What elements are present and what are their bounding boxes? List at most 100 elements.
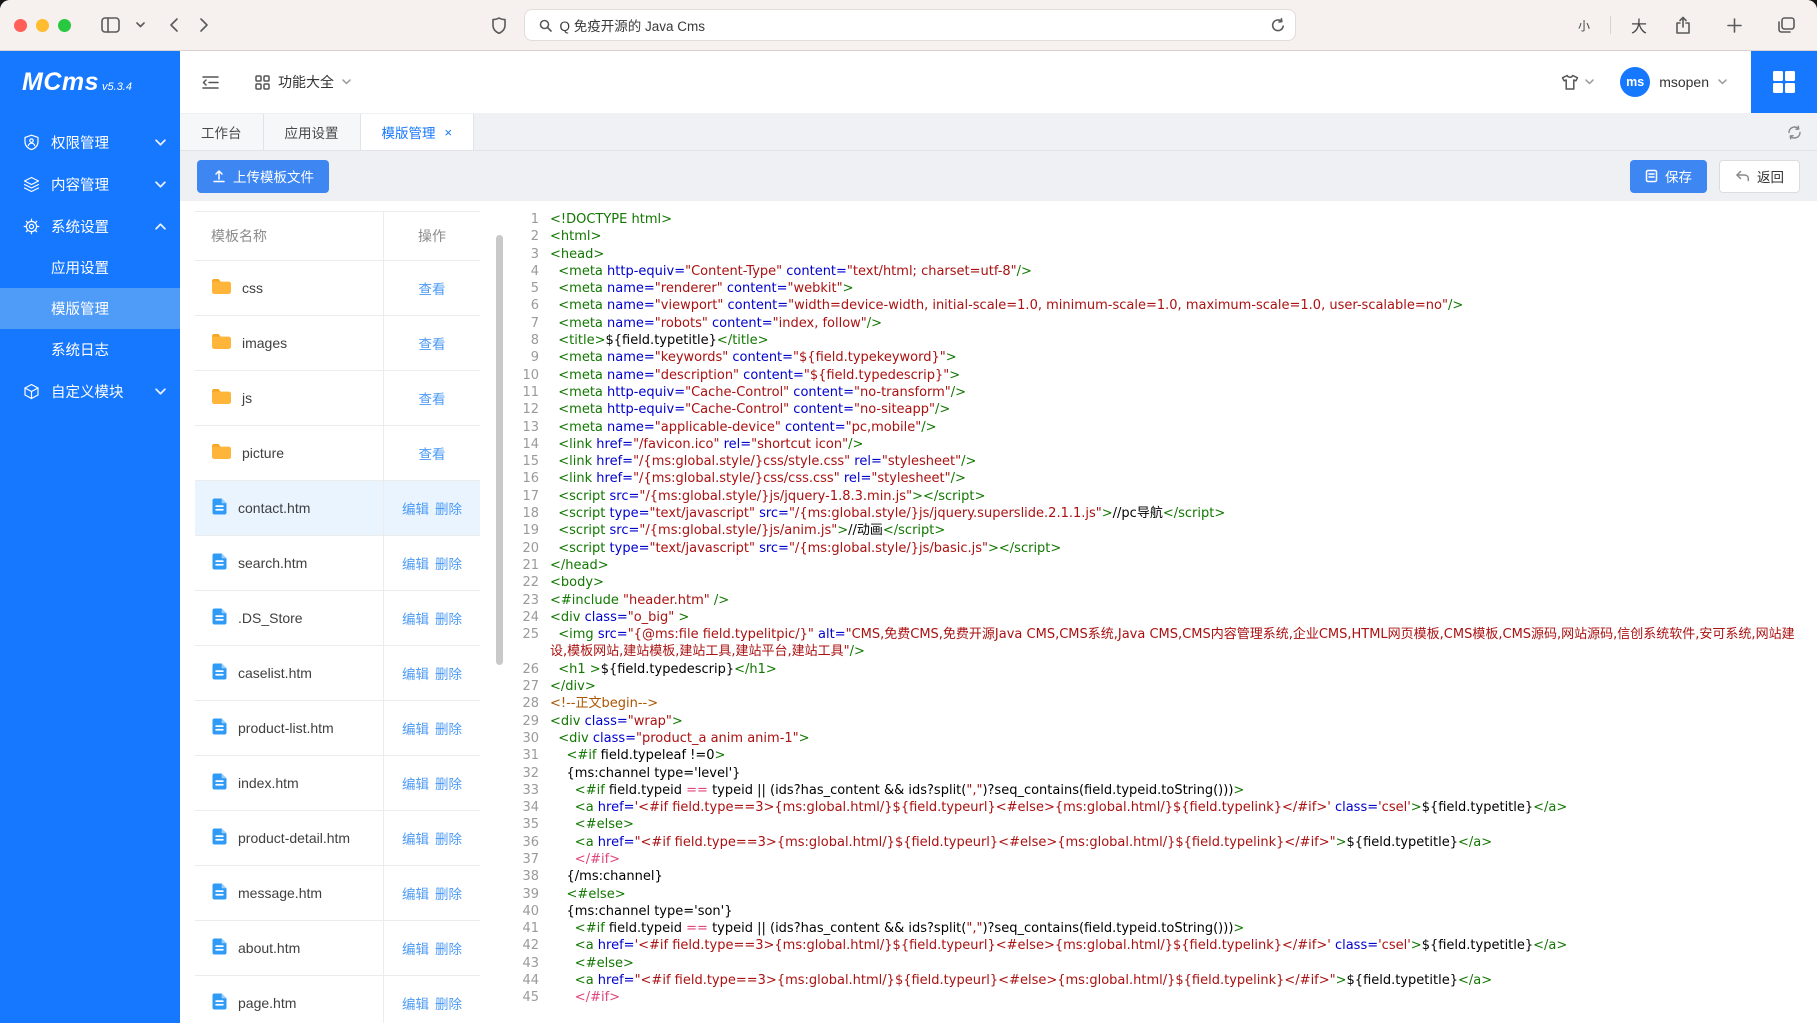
table-row[interactable]: about.htm 编辑删除	[195, 921, 480, 976]
table-row[interactable]: caselist.htm 编辑删除	[195, 646, 480, 701]
code-line: 5 <meta name="renderer" content="webkit"…	[505, 280, 1813, 297]
table-row[interactable]: contact.htm 编辑删除	[195, 481, 480, 536]
file-name: contact.htm	[238, 498, 310, 518]
reload-icon[interactable]	[1271, 18, 1285, 33]
code-line: 7 <meta name="robots" content="index, fo…	[505, 315, 1813, 332]
file-icon	[211, 497, 228, 519]
tab-label: 工作台	[201, 122, 242, 142]
back-button[interactable]: 返回	[1719, 160, 1800, 193]
action-link-删除[interactable]: 删除	[435, 557, 462, 572]
folder-icon	[211, 278, 232, 298]
sidebar-subitem-应用设置[interactable]: 应用设置	[0, 247, 180, 288]
action-link-查看[interactable]: 查看	[419, 447, 446, 462]
sidebar-subitem-系统日志[interactable]: 系统日志	[0, 329, 180, 370]
action-link-编辑[interactable]: 编辑	[402, 942, 429, 957]
address-bar[interactable]: Q 免疫开源的 Java Cms	[524, 9, 1296, 41]
theme-switcher[interactable]	[1561, 74, 1594, 90]
action-link-编辑[interactable]: 编辑	[402, 832, 429, 847]
action-link-删除[interactable]: 删除	[435, 887, 462, 902]
table-row[interactable]: images 查看	[195, 316, 480, 371]
tab-应用设置[interactable]: 应用设置	[264, 114, 361, 150]
tab-模版管理[interactable]: 模版管理 ×	[361, 114, 475, 150]
action-link-删除[interactable]: 删除	[435, 942, 462, 957]
app-menu-trigger[interactable]: 功能大全	[255, 72, 351, 92]
action-link-删除[interactable]: 删除	[435, 722, 462, 737]
apps-grid-button[interactable]	[1751, 51, 1817, 113]
table-row[interactable]: .DS_Store 编辑删除	[195, 591, 480, 646]
sidebar-item-内容管理[interactable]: 内容管理	[0, 163, 180, 205]
action-link-编辑[interactable]: 编辑	[402, 612, 429, 627]
code-line: 43 <#else>	[505, 955, 1813, 972]
table-row[interactable]: index.htm 编辑删除	[195, 756, 480, 811]
forward-icon[interactable]	[199, 17, 209, 33]
code-line: 13 <meta name="applicable-device" conten…	[505, 419, 1813, 436]
row-actions: 编辑删除	[384, 756, 481, 811]
sidebar-toggle-icon[interactable]	[101, 17, 120, 33]
sidebar-item-权限管理[interactable]: 权限管理	[0, 121, 180, 163]
document-icon	[1645, 169, 1658, 183]
action-link-编辑[interactable]: 编辑	[402, 667, 429, 682]
action-link-删除[interactable]: 删除	[435, 612, 462, 627]
font-smaller-button[interactable]: 小	[1578, 17, 1590, 34]
action-link-查看[interactable]: 查看	[419, 282, 446, 297]
save-button[interactable]: 保存	[1630, 160, 1707, 193]
action-link-编辑[interactable]: 编辑	[402, 777, 429, 792]
file-icon	[211, 552, 228, 574]
back-icon[interactable]	[169, 17, 179, 33]
action-link-删除[interactable]: 删除	[435, 777, 462, 792]
action-link-编辑[interactable]: 编辑	[402, 722, 429, 737]
action-link-编辑[interactable]: 编辑	[402, 502, 429, 517]
line-number: 32	[505, 765, 550, 782]
sidebar-item-label: 内容管理	[51, 174, 109, 195]
line-number: 4	[505, 263, 550, 280]
user-menu[interactable]: ms msopen	[1620, 67, 1727, 97]
tab-refresh-icon[interactable]	[1771, 114, 1817, 150]
menu-fold-icon[interactable]	[202, 75, 219, 90]
table-row[interactable]: picture 查看	[195, 426, 480, 481]
table-row[interactable]: css 查看	[195, 261, 480, 316]
template-panel: 模板名称 操作 css 查看 images 查看	[180, 201, 1817, 1023]
action-link-查看[interactable]: 查看	[419, 392, 446, 407]
action-link-查看[interactable]: 查看	[419, 337, 446, 352]
close-window-button[interactable]	[14, 19, 27, 32]
action-link-删除[interactable]: 删除	[435, 997, 462, 1012]
close-tab-icon[interactable]: ×	[445, 125, 453, 140]
tab-overview-icon[interactable]	[1778, 17, 1795, 33]
scrollbar-thumb[interactable]	[496, 235, 503, 665]
action-link-编辑[interactable]: 编辑	[402, 997, 429, 1012]
table-row[interactable]: js 查看	[195, 371, 480, 426]
folder-icon	[211, 388, 232, 408]
file-name: caselist.htm	[238, 663, 312, 683]
file-name: about.htm	[238, 938, 300, 958]
upload-template-button[interactable]: 上传模板文件	[197, 160, 329, 193]
line-number: 24	[505, 609, 550, 626]
chevron-down-icon[interactable]	[136, 22, 145, 28]
action-link-删除[interactable]: 删除	[435, 667, 462, 682]
zoom-window-button[interactable]	[58, 19, 71, 32]
font-larger-button[interactable]: 大	[1631, 13, 1647, 37]
sidebar-item-自定义模块[interactable]: 自定义模块	[0, 370, 180, 412]
table-row[interactable]: page.htm 编辑删除	[195, 976, 480, 1023]
action-link-删除[interactable]: 删除	[435, 832, 462, 847]
new-tab-icon[interactable]	[1727, 18, 1742, 33]
privacy-shield-icon[interactable]	[492, 17, 506, 34]
share-icon[interactable]	[1675, 16, 1691, 35]
table-row[interactable]: message.htm 编辑删除	[195, 866, 480, 921]
row-actions: 查看	[384, 371, 481, 426]
tab-工作台[interactable]: 工作台	[180, 114, 264, 150]
action-link-删除[interactable]: 删除	[435, 502, 462, 517]
minimize-window-button[interactable]	[36, 19, 49, 32]
file-name: .DS_Store	[238, 608, 303, 628]
action-link-编辑[interactable]: 编辑	[402, 557, 429, 572]
line-number: 6	[505, 297, 550, 314]
table-row[interactable]: product-detail.htm 编辑删除	[195, 811, 480, 866]
code-editor[interactable]: 1 <!DOCTYPE html> 2 <html> 3 <head> 4 <m…	[505, 201, 1817, 1023]
table-row[interactable]: search.htm 编辑删除	[195, 536, 480, 591]
code-line: 15 <link href="/{ms:global.style/}css/st…	[505, 453, 1813, 470]
action-link-编辑[interactable]: 编辑	[402, 887, 429, 902]
sidebar-subitem-模版管理[interactable]: 模版管理	[0, 288, 180, 329]
table-row[interactable]: product-list.htm 编辑删除	[195, 701, 480, 756]
sidebar-item-系统设置[interactable]: 系统设置	[0, 205, 180, 247]
app-menu-label: 功能大全	[278, 72, 334, 92]
line-number: 14	[505, 436, 550, 453]
